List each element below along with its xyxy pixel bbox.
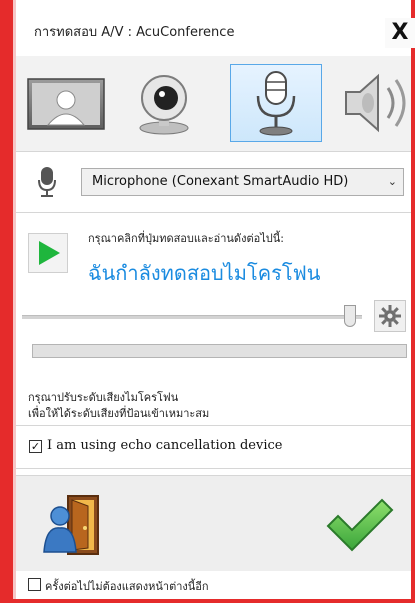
exit-button[interactable] bbox=[38, 490, 108, 560]
tab-microphone[interactable] bbox=[230, 64, 322, 142]
play-icon bbox=[39, 241, 60, 265]
tab-speaker[interactable] bbox=[332, 64, 415, 142]
test-instruction: กรุณาคลิกที่ปุ่มทดสอบและอ่านดังต่อไปนี้: bbox=[88, 232, 284, 245]
play-test-button[interactable] bbox=[28, 233, 68, 273]
volume-slider-thumb[interactable] bbox=[344, 305, 356, 327]
exit-door-icon bbox=[43, 495, 99, 555]
ok-button[interactable] bbox=[324, 494, 394, 554]
echo-cancellation-label: I am using echo cancellation device bbox=[47, 438, 283, 453]
microphone-select[interactable]: Microphone (Conexant SmartAudio HD) ⌄ bbox=[81, 168, 404, 196]
speaker-icon bbox=[345, 73, 406, 133]
echo-cancellation-checkbox[interactable]: ✓ bbox=[29, 440, 42, 453]
hint-area: กรุณาปรับระดับเสียงไมโครโฟน เพื่อให้ได้ร… bbox=[16, 383, 411, 426]
footer: ครั้งต่อไปไม่ต้องแสดงหน้าต่างนี้อีก bbox=[16, 571, 411, 599]
av-test-window: การทดสอบ A/V : AcuConference X Microphon… bbox=[0, 0, 415, 603]
window-frame-left bbox=[0, 0, 13, 603]
microphone-select-value: Microphone (Conexant SmartAudio HD) bbox=[92, 174, 349, 189]
dont-show-again-checkbox[interactable] bbox=[28, 578, 41, 591]
tab-video-preview[interactable] bbox=[20, 64, 112, 142]
close-button[interactable]: X bbox=[385, 18, 415, 48]
webcam-icon bbox=[139, 75, 189, 135]
gear-icon bbox=[379, 305, 401, 327]
window-frame-bottom bbox=[0, 599, 415, 603]
test-phrase: ฉันกำลังทดสอบไมโครโฟน bbox=[88, 261, 321, 285]
microphone-icon bbox=[256, 71, 296, 136]
settings-button[interactable] bbox=[374, 300, 406, 332]
device-row: Microphone (Conexant SmartAudio HD) ⌄ bbox=[16, 152, 411, 213]
input-level-meter bbox=[32, 344, 407, 358]
device-tabs bbox=[16, 56, 411, 152]
person-icon bbox=[27, 78, 105, 130]
title-bar: การทดสอบ A/V : AcuConference X bbox=[16, 0, 415, 56]
microphone-test-area: กรุณาคลิกที่ปุ่มทดสอบและอ่านดังต่อไปนี้:… bbox=[16, 213, 411, 383]
chevron-down-icon: ⌄ bbox=[387, 175, 397, 188]
tab-webcam[interactable] bbox=[118, 64, 210, 142]
checkmark-icon bbox=[326, 498, 394, 552]
hint-line-2: เพื่อให้ได้ระดับเสียงที่ป้อนเข้าเหมาะสม bbox=[28, 407, 210, 420]
volume-slider-track[interactable] bbox=[22, 315, 362, 319]
window-title: การทดสอบ A/V : AcuConference bbox=[34, 25, 235, 40]
action-panel bbox=[16, 475, 411, 571]
microphone-icon bbox=[38, 167, 56, 197]
echo-cancellation-row: ✓ I am using echo cancellation device bbox=[16, 426, 411, 469]
dont-show-again-label: ครั้งต่อไปไม่ต้องแสดงหน้าต่างนี้อีก bbox=[45, 580, 209, 593]
